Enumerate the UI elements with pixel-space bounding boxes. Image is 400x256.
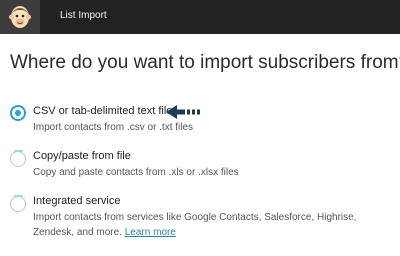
top-bar: List Import — [0, 0, 400, 34]
radio-csv[interactable] — [10, 105, 26, 121]
mailchimp-monkey-icon — [9, 6, 31, 28]
breadcrumb[interactable]: List Import — [60, 10, 107, 21]
logo[interactable] — [0, 0, 40, 34]
option-description: Copy and paste contacts from .xls or .xl… — [33, 167, 239, 178]
option-description: Import contacts from services like Googl… — [33, 210, 388, 240]
arrow-pointer-icon — [166, 105, 200, 119]
option-label[interactable]: CSV or tab-delimited text file — [33, 105, 172, 117]
option-label[interactable]: Copy/paste from file — [33, 150, 131, 162]
radio-hover-hint — [14, 195, 23, 197]
option-label[interactable]: Integrated service — [33, 195, 120, 207]
radio-hover-hint — [14, 150, 23, 152]
option-description: Import contacts from .csv or .txt files — [33, 122, 194, 133]
radio-copy-paste[interactable] — [10, 150, 26, 167]
page-title: Where do you want to import subscribers … — [10, 52, 400, 73]
option-description-text: Import contacts from services like Googl… — [33, 212, 357, 238]
radio-selected-dot — [15, 110, 21, 116]
learn-more-link[interactable]: Learn more — [125, 227, 176, 238]
radio-integrated[interactable] — [10, 195, 26, 212]
